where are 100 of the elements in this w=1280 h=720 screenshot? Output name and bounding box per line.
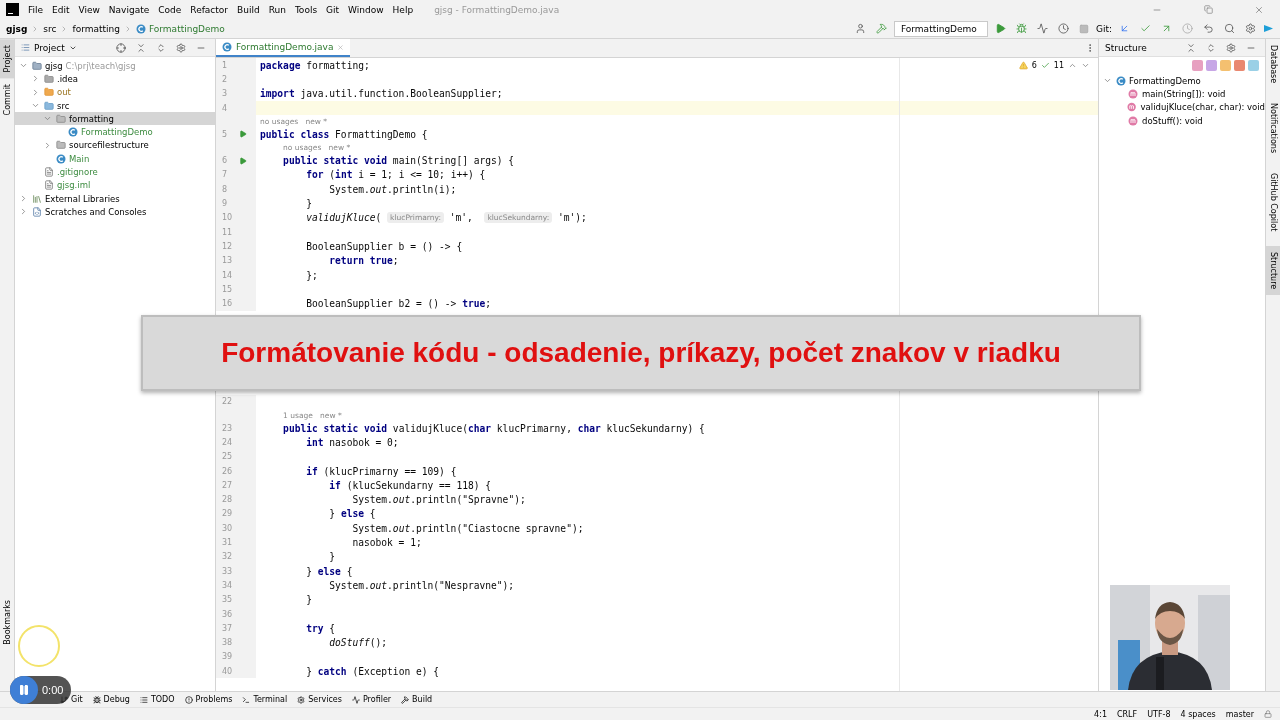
menu-item[interactable]: File: [28, 4, 44, 15]
stop-icon[interactable]: [1078, 23, 1089, 34]
collapse-all-icon[interactable]: [136, 42, 146, 53]
tree-item[interactable]: FormattingDemo: [1099, 74, 1265, 88]
close-tab-icon[interactable]: [337, 43, 345, 51]
tree-item[interactable]: External Libraries: [15, 191, 215, 206]
run-icon[interactable]: [239, 156, 247, 165]
tool-window-tab[interactable]: GitHub Copilot: [1266, 167, 1280, 238]
status-item[interactable]: CRLF: [1116, 709, 1138, 719]
menu-item[interactable]: Run: [268, 4, 286, 15]
plugin-logo-icon[interactable]: [1263, 23, 1274, 34]
user-icon[interactable]: [854, 23, 866, 34]
tool-window-tab[interactable]: Database: [1266, 39, 1280, 90]
status-item[interactable]: 4:1: [1094, 709, 1107, 719]
tree-item[interactable]: .gitignore: [15, 165, 215, 179]
settings-icon[interactable]: [1226, 42, 1236, 53]
tool-window-tab[interactable]: Notifications: [1266, 97, 1280, 160]
tree-item[interactable]: out: [15, 85, 215, 99]
tree-item[interactable]: Scratches and Consoles: [15, 205, 215, 219]
tree-item[interactable]: gjsg.iml: [15, 178, 215, 192]
next-icon[interactable]: [1081, 61, 1090, 70]
breadcrumb[interactable]: FormattingDemo: [135, 23, 225, 34]
tree-item[interactable]: src: [15, 98, 215, 113]
close-icon[interactable]: [1254, 4, 1264, 15]
coverage-icon[interactable]: [1036, 23, 1048, 34]
collapse-all-icon[interactable]: [1186, 42, 1196, 53]
tree-item[interactable]: doStuff(): void: [1099, 113, 1265, 128]
run-icon[interactable]: [994, 23, 1006, 34]
tool-window-tab[interactable]: Bookmarks: [0, 594, 14, 651]
tool-window-tab[interactable]: Debug: [92, 695, 130, 704]
code-line: };: [305, 269, 318, 281]
tree-item[interactable]: FormattingDemo: [15, 125, 215, 139]
menu-item[interactable]: Code: [158, 4, 182, 15]
history-icon[interactable]: [1182, 23, 1193, 34]
run-icon[interactable]: [239, 130, 247, 139]
breadcrumb[interactable]: gjsg: [6, 23, 28, 34]
tree-item[interactable]: sourcefilestructure: [15, 138, 215, 153]
tool-window-tab[interactable]: Terminal: [242, 695, 288, 704]
restore-icon[interactable]: [1203, 5, 1213, 14]
tree-item[interactable]: main(String[]): void: [1099, 87, 1265, 101]
filter-icon[interactable]: [1206, 60, 1217, 71]
menu-item[interactable]: Help: [392, 4, 414, 15]
previous-icon[interactable]: [1068, 61, 1077, 70]
menu-item[interactable]: Window: [348, 4, 384, 15]
run-configuration-dropdown[interactable]: FormattingDemo: [893, 20, 988, 37]
editor-tab[interactable]: FormattingDemo.java: [216, 39, 351, 57]
menu-item[interactable]: Build: [237, 4, 260, 15]
tree-item[interactable]: gjsg C:\prj\teach\gjsg: [15, 59, 215, 73]
breadcrumb[interactable]: formatting: [72, 23, 120, 34]
lock-icon[interactable]: [1264, 710, 1272, 718]
tree-item[interactable]: .idea: [15, 72, 215, 86]
debug-icon[interactable]: [1015, 23, 1027, 34]
tool-window-tab[interactable]: Project: [0, 39, 14, 79]
warnings-count[interactable]: 6: [1031, 61, 1037, 70]
status-item[interactable]: master: [1225, 709, 1254, 719]
filter-icon[interactable]: [1248, 60, 1259, 71]
line-number: 22: [222, 397, 234, 407]
class-icon: [1116, 75, 1126, 86]
menu-item[interactable]: Tools: [294, 4, 318, 15]
tool-window-tab[interactable]: Services: [297, 695, 342, 704]
project-view-dropdown[interactable]: Project: [21, 42, 77, 53]
menu-item[interactable]: Edit: [52, 4, 70, 15]
tool-window-tab[interactable]: TODO: [139, 695, 175, 704]
tree-item[interactable]: Main: [15, 152, 215, 166]
tree-item-label: src: [57, 100, 70, 111]
expand-all-icon[interactable]: [156, 42, 166, 53]
status-item[interactable]: UTF-8: [1147, 709, 1171, 719]
filter-icon[interactable]: [1192, 60, 1203, 71]
tool-window-tab[interactable]: Profiler: [351, 695, 392, 704]
build-icon[interactable]: [875, 23, 887, 34]
line-number: 2: [222, 74, 229, 84]
tool-window-tab[interactable]: Structure: [1266, 245, 1280, 295]
push-icon[interactable]: [1161, 23, 1172, 34]
filter-icon[interactable]: [1220, 60, 1231, 71]
check-icon[interactable]: [1040, 61, 1050, 70]
filter-icon[interactable]: [1234, 60, 1245, 71]
search-icon[interactable]: [1224, 23, 1235, 34]
tool-window-tab[interactable]: Problems: [184, 695, 233, 704]
tool-window-tab[interactable]: Commit: [0, 78, 14, 122]
commit-icon[interactable]: [1140, 23, 1151, 34]
tree-item[interactable]: formatting: [15, 112, 215, 126]
breadcrumb[interactable]: src: [43, 23, 57, 34]
pause-button[interactable]: [10, 676, 38, 704]
status-item[interactable]: 4 spaces: [1180, 709, 1216, 719]
settings-icon[interactable]: [1245, 23, 1256, 34]
code-line: doStuff();: [328, 637, 388, 649]
tree-item[interactable]: validujKluce(char, char): void: [1099, 100, 1265, 114]
locate-icon[interactable]: [116, 42, 126, 53]
profile-icon[interactable]: [1057, 23, 1069, 34]
expand-all-icon[interactable]: [1206, 42, 1216, 53]
menu-item[interactable]: Refactor: [190, 4, 229, 15]
tool-window-tab[interactable]: Build: [401, 695, 433, 704]
settings-icon[interactable]: [176, 42, 186, 53]
rollback-icon[interactable]: [1203, 23, 1214, 34]
menu-item[interactable]: View: [78, 4, 100, 15]
menu-item[interactable]: Git: [326, 4, 340, 15]
update-icon[interactable]: [1119, 23, 1130, 34]
warning-icon[interactable]: [1018, 61, 1028, 70]
menu-item[interactable]: Navigate: [108, 4, 150, 15]
checks-count[interactable]: 11: [1053, 61, 1064, 70]
